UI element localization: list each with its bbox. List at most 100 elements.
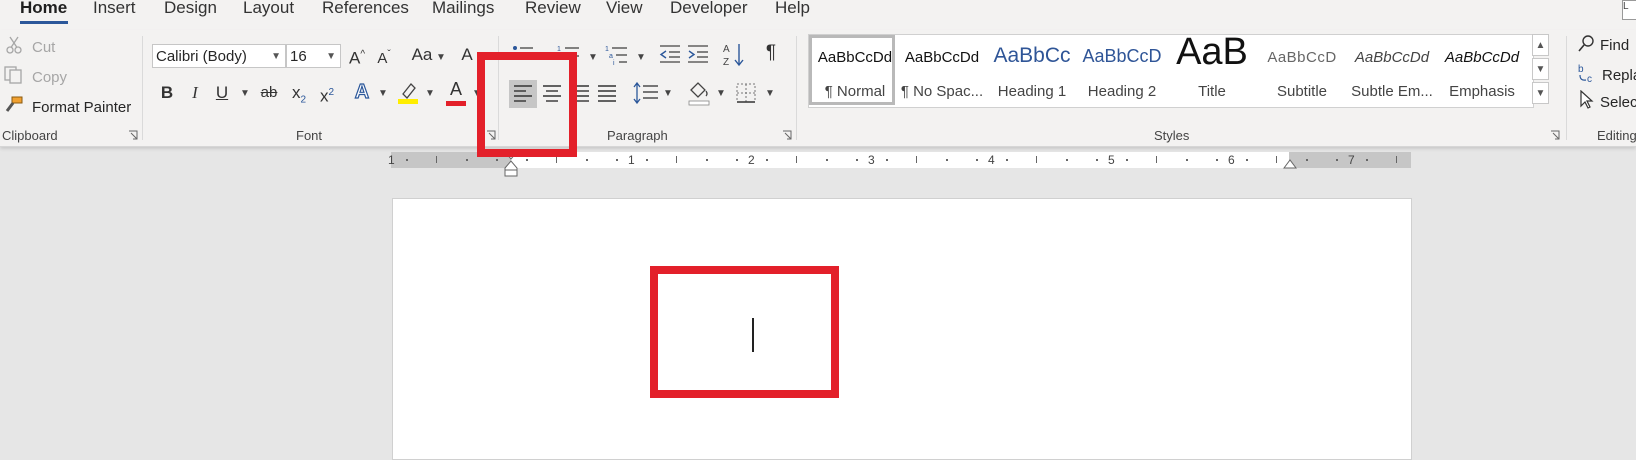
ruler-dot (886, 159, 888, 161)
font-size-combo[interactable]: 16 ▼ (286, 44, 341, 68)
ruler-tick (436, 156, 437, 163)
svg-text:b: b (1578, 64, 1584, 75)
style-emphasis[interactable]: AaBbCcDd Emphasis (1439, 35, 1525, 105)
sort-button[interactable]: AZ (722, 42, 746, 74)
underline-button[interactable]: U (211, 82, 233, 104)
clipboard-dialog-launcher-icon[interactable] (128, 130, 138, 140)
paintbrush-icon (4, 96, 28, 118)
format-painter-button[interactable]: Format Painter (4, 96, 131, 118)
multilevel-list-button[interactable]: 1ai (604, 44, 630, 72)
borders-button[interactable] (734, 82, 758, 110)
highlight-color-button[interactable] (396, 80, 420, 106)
superscript-button[interactable]: x2 (316, 82, 338, 108)
styles-dialog-launcher-icon[interactable] (1550, 130, 1560, 140)
svg-text:A: A (723, 44, 730, 55)
bold-button[interactable]: B (156, 82, 178, 104)
tab-home[interactable]: Home (20, 0, 67, 18)
font-name-combo[interactable]: Calibri (Body) ▼ (152, 44, 286, 68)
style-title[interactable]: AaB Title (1169, 35, 1255, 105)
tab-developer[interactable]: Developer (670, 0, 748, 18)
chevron-down-icon[interactable]: ▼ (663, 88, 673, 99)
chevron-down-icon[interactable]: ▼ (765, 88, 775, 99)
font-name-value: Calibri (Body) (156, 48, 247, 65)
styles-gallery: AaBbCcDd ¶ Normal AaBbCcDd ¶ No Spac... … (808, 34, 1534, 108)
tab-insert[interactable]: Insert (93, 0, 136, 18)
chevron-down-icon[interactable]: ▼ (716, 88, 726, 99)
replace-button[interactable]: bc Repla (1578, 63, 1636, 87)
clear-formatting-icon: A (461, 45, 473, 64)
style-normal[interactable]: AaBbCcDd ¶ Normal (809, 35, 895, 105)
document-page[interactable] (392, 198, 1412, 460)
ruler-number: 6 (1228, 153, 1235, 167)
line-spacing-button[interactable] (632, 81, 660, 110)
increase-indent-button[interactable] (686, 44, 710, 70)
select-button[interactable]: Selec (1578, 89, 1636, 114)
chevron-down-icon[interactable]: ▼ (436, 52, 446, 63)
text-effects-button[interactable]: A (350, 80, 374, 103)
ruler-dot (736, 159, 738, 161)
justify-button[interactable] (594, 84, 620, 110)
format-painter-label: Format Painter (32, 98, 132, 116)
tab-references[interactable]: References (322, 0, 409, 18)
grow-font-button[interactable]: A^ (345, 44, 369, 70)
ruler-number: 4 (988, 153, 995, 167)
copy-button[interactable]: Copy (4, 66, 67, 88)
style-heading-1[interactable]: AaBbCc Heading 1 (989, 35, 1075, 105)
tab-mailings[interactable]: Mailings (432, 0, 494, 18)
tab-layout[interactable]: Layout (243, 0, 294, 18)
chevron-down-icon[interactable]: ▼ (378, 88, 388, 99)
find-button[interactable]: Find (1578, 34, 1629, 56)
subscript-button[interactable]: x2 (288, 82, 310, 111)
ruler-dot (706, 159, 708, 161)
chevron-down-icon[interactable]: ▼ (425, 88, 435, 99)
font-color-button[interactable]: A (444, 78, 468, 106)
ruler-dot (1096, 159, 1098, 161)
styles-scroll: ▲ ▼ ▼ (1532, 34, 1550, 106)
style-heading-2[interactable]: AaBbCcD Heading 2 (1079, 35, 1165, 105)
right-indent-marker-icon[interactable] (1283, 158, 1297, 170)
group-separator (1566, 36, 1567, 140)
ruler-dot (1186, 159, 1188, 161)
replace-label: Repla (1602, 66, 1636, 84)
tab-help[interactable]: Help (775, 0, 810, 18)
styles-scroll-up-button[interactable]: ▲ (1532, 34, 1549, 56)
style-name: Subtle Em... (1351, 83, 1433, 100)
paragraph-group-label: Paragraph (607, 128, 668, 143)
show-hide-marks-button[interactable]: ¶ (760, 42, 782, 64)
ruler-dot (1246, 159, 1248, 161)
shading-button[interactable] (686, 80, 712, 108)
style-preview: AaBbCcDd (817, 49, 893, 66)
strikethrough-icon: ab (260, 84, 278, 101)
styles-more-button[interactable]: ▼ (1532, 82, 1549, 104)
ruler-dot (1336, 159, 1338, 161)
style-subtle-emphasis[interactable]: AaBbCcDd Subtle Em... (1349, 35, 1435, 105)
style-name: ¶ No Spac... (900, 83, 984, 100)
grow-font-icon: A (348, 48, 361, 68)
tab-view[interactable]: View (606, 0, 643, 18)
style-name: Heading 2 (1087, 83, 1157, 100)
bold-icon: B (160, 83, 174, 102)
italic-button[interactable]: I (184, 82, 206, 104)
cut-button[interactable]: Cut (6, 36, 55, 58)
increase-indent-icon (688, 45, 708, 63)
style-preview: AaBbCcDd (1354, 49, 1430, 66)
tab-design[interactable]: Design (164, 0, 217, 18)
style-subtitle[interactable]: AaBbCcD Subtitle (1259, 35, 1345, 105)
chevron-down-icon[interactable]: ▼ (240, 88, 250, 99)
shrink-font-button[interactable]: Aˇ (372, 44, 396, 70)
decrease-indent-button[interactable] (658, 44, 682, 70)
paragraph-dialog-launcher-icon[interactable] (782, 130, 792, 140)
clear-formatting-button[interactable]: A (458, 44, 476, 66)
styles-scroll-down-button[interactable]: ▼ (1532, 58, 1549, 80)
chevron-down-icon[interactable]: ▼ (588, 52, 598, 63)
ruler-tick (916, 156, 917, 163)
style-no-spacing[interactable]: AaBbCcDd ¶ No Spac... (899, 35, 985, 105)
highlighter-icon (398, 83, 418, 104)
strikethrough-button[interactable]: ab (256, 82, 282, 104)
account-corner-box[interactable]: L (1622, 0, 1636, 20)
change-case-button[interactable]: Aa (408, 44, 436, 66)
tab-review[interactable]: Review (525, 0, 581, 18)
svg-text:i: i (613, 60, 615, 66)
chevron-down-icon[interactable]: ▼ (636, 52, 646, 63)
chevron-down-icon: ▼ (271, 51, 281, 62)
